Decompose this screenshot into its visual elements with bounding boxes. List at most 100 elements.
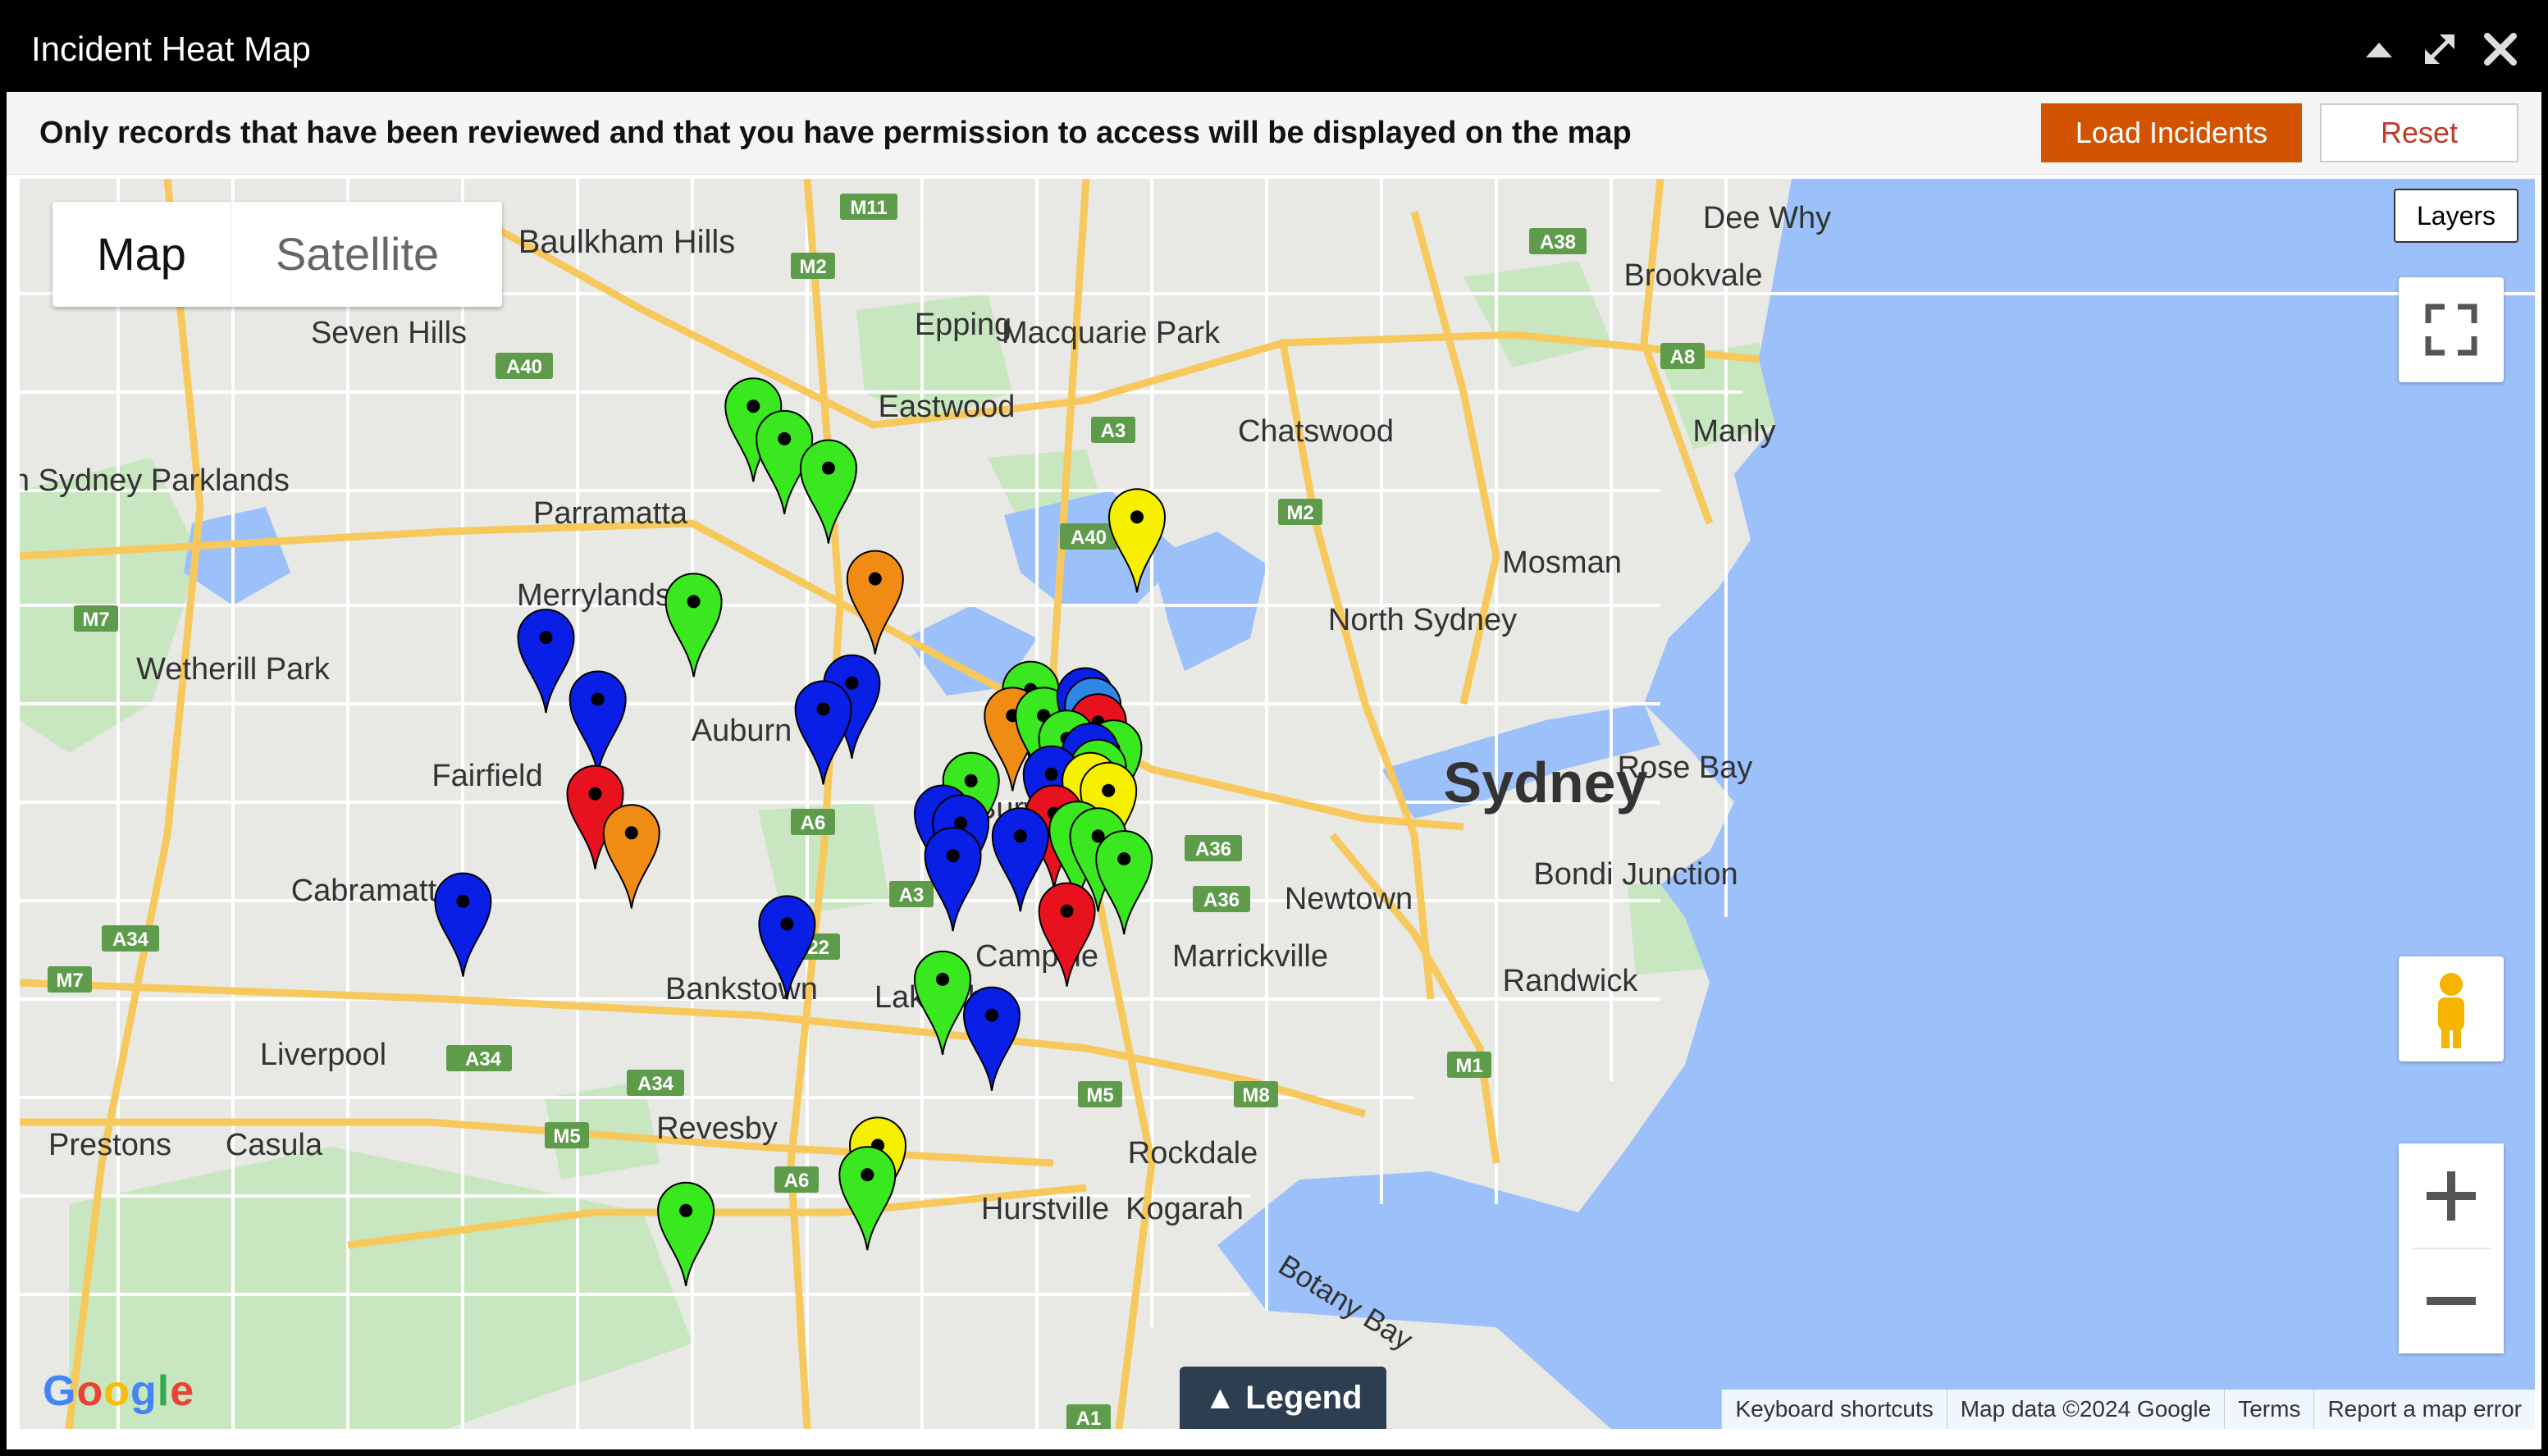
place-label: Randwick — [1503, 964, 1639, 998]
place-label: Fairfield — [432, 759, 542, 793]
svg-text:M5: M5 — [553, 1125, 580, 1148]
place-label: Hurstville — [981, 1192, 1109, 1226]
highway-shield: A3 — [1091, 417, 1135, 443]
window-title: Incident Heat Map — [31, 30, 311, 68]
zoom-control — [2399, 1143, 2504, 1353]
svg-text:A8: A8 — [1670, 346, 1696, 368]
google-logo-letter: e — [170, 1367, 195, 1415]
highway-shield: A38 — [1529, 228, 1587, 254]
keyboard-shortcuts-link[interactable]: Keyboard shortcuts — [1721, 1390, 1946, 1429]
google-logo: Google — [43, 1367, 194, 1416]
google-logo-letter: l — [157, 1367, 171, 1415]
map-type-satellite-button[interactable]: Satellite — [231, 202, 483, 307]
load-incidents-button[interactable]: Load Incidents — [2041, 103, 2302, 162]
svg-text:M2: M2 — [799, 256, 826, 278]
place-label: Casula — [226, 1128, 323, 1162]
highway-shield: M11 — [840, 194, 897, 220]
zoom-in-icon[interactable] — [2399, 1143, 2504, 1248]
place-label: Mosman — [1502, 545, 1622, 580]
place-label: Eastwood — [879, 390, 1016, 424]
svg-text:A6: A6 — [784, 1170, 810, 1192]
layers-button[interactable]: Layers — [2394, 189, 2518, 243]
svg-text:A3: A3 — [899, 884, 925, 906]
place-label: Baulkham Hills — [518, 224, 736, 260]
place-label: Kogarah — [1126, 1192, 1244, 1226]
place-label: Auburn — [692, 714, 792, 748]
svg-text:A34: A34 — [465, 1048, 502, 1070]
svg-text:A40: A40 — [506, 356, 542, 378]
place-label: Brookvale — [1624, 258, 1763, 293]
close-icon[interactable] — [2479, 28, 2522, 71]
highway-shield: A3 — [889, 881, 934, 907]
place-label: Newtown — [1285, 882, 1413, 916]
zoom-out-icon[interactable] — [2399, 1249, 2504, 1353]
google-logo-letter: o — [103, 1367, 130, 1415]
street-view-pegman[interactable] — [2399, 956, 2504, 1061]
fullscreen-button[interactable] — [2399, 277, 2504, 382]
reset-button[interactable]: Reset — [2320, 103, 2518, 162]
highway-shield: A40 — [1060, 523, 1117, 550]
svg-text:A38: A38 — [1540, 231, 1576, 253]
svg-text:A40: A40 — [1071, 527, 1107, 549]
place-label: Revesby — [656, 1111, 778, 1146]
highway-shield: M1 — [1447, 1052, 1491, 1078]
highway-shield: A8 — [1660, 343, 1705, 369]
svg-text:M2: M2 — [1286, 502, 1313, 524]
svg-text:M7: M7 — [82, 609, 109, 631]
place-label: North Sydney — [1328, 603, 1517, 637]
chevron-up-icon: ▲ — [1203, 1380, 1246, 1416]
place-label: Merrylands — [517, 578, 671, 613]
place-label: Bondi Junction — [1533, 857, 1737, 892]
highway-shield: A1 — [1066, 1404, 1111, 1429]
map-type-control: Map Satellite — [53, 202, 502, 307]
highway-shield: A6 — [774, 1166, 819, 1193]
highway-shield: M8 — [1234, 1081, 1278, 1107]
svg-text:A1: A1 — [1076, 1408, 1102, 1429]
svg-text:M5: M5 — [1086, 1084, 1113, 1107]
svg-text:M1: M1 — [1455, 1055, 1482, 1077]
svg-text:A34: A34 — [112, 929, 149, 951]
highway-shield: M2 — [791, 253, 835, 279]
zoom-icons — [2399, 1143, 2504, 1353]
collapse-icon[interactable] — [2358, 28, 2400, 71]
highway-shield: M7 — [48, 966, 92, 993]
permission-message: Only records that have been reviewed and… — [39, 116, 1632, 150]
incident-heat-map-window: Incident Heat Map Only records that have… — [0, 0, 2548, 1456]
highway-shield: A40 — [495, 353, 553, 379]
highway-shield: M5 — [1078, 1081, 1122, 1107]
title-bar: Incident Heat Map — [7, 7, 2541, 92]
base-map: Baulkham Hills Seven Hills Western Sydney … — [20, 179, 2535, 1429]
highway-shield: A36 — [1185, 835, 1242, 861]
map-canvas[interactable]: Baulkham Hills Seven Hills Western Sydney … — [20, 179, 2535, 1429]
legend-toggle[interactable]: ▲ Legend — [1180, 1367, 1386, 1429]
highway-shield: A6 — [791, 809, 835, 835]
svg-text:A34: A34 — [637, 1073, 674, 1095]
info-bar: Only records that have been reviewed and… — [7, 92, 2541, 175]
place-label: Marrickville — [1172, 939, 1328, 974]
svg-text:M8: M8 — [1242, 1084, 1269, 1107]
highway-shield: M7 — [74, 605, 118, 632]
highway-shield: A34 — [454, 1045, 512, 1071]
place-label: Dee Why — [1703, 201, 1831, 235]
map-data-credit: Map data ©2024 Google — [1946, 1390, 2225, 1429]
place-label: Macquarie Park — [1002, 316, 1221, 350]
report-map-error-link[interactable]: Report a map error — [2313, 1390, 2535, 1429]
place-label: Western Sydney Parklands — [20, 463, 290, 498]
place-label: Manly — [1692, 414, 1775, 449]
terms-link[interactable]: Terms — [2224, 1390, 2313, 1429]
place-label: Chatswood — [1238, 414, 1394, 449]
highway-shield: A34 — [627, 1070, 684, 1096]
svg-text:A36: A36 — [1195, 838, 1231, 860]
place-label: Epping — [915, 308, 1011, 342]
place-label: Sydney — [1444, 751, 1648, 815]
place-label: Rockdale — [1128, 1136, 1258, 1171]
google-logo-letter: g — [130, 1367, 158, 1415]
map-type-map-button[interactable]: Map — [53, 202, 231, 307]
google-logo-letter: o — [76, 1367, 104, 1415]
svg-text:M11: M11 — [850, 197, 887, 219]
expand-icon[interactable] — [2418, 28, 2461, 71]
place-label: Wetherill Park — [136, 652, 331, 687]
place-label: Liverpool — [260, 1038, 386, 1072]
place-label: Cabramatta — [291, 874, 454, 908]
svg-text:A36: A36 — [1203, 889, 1240, 911]
